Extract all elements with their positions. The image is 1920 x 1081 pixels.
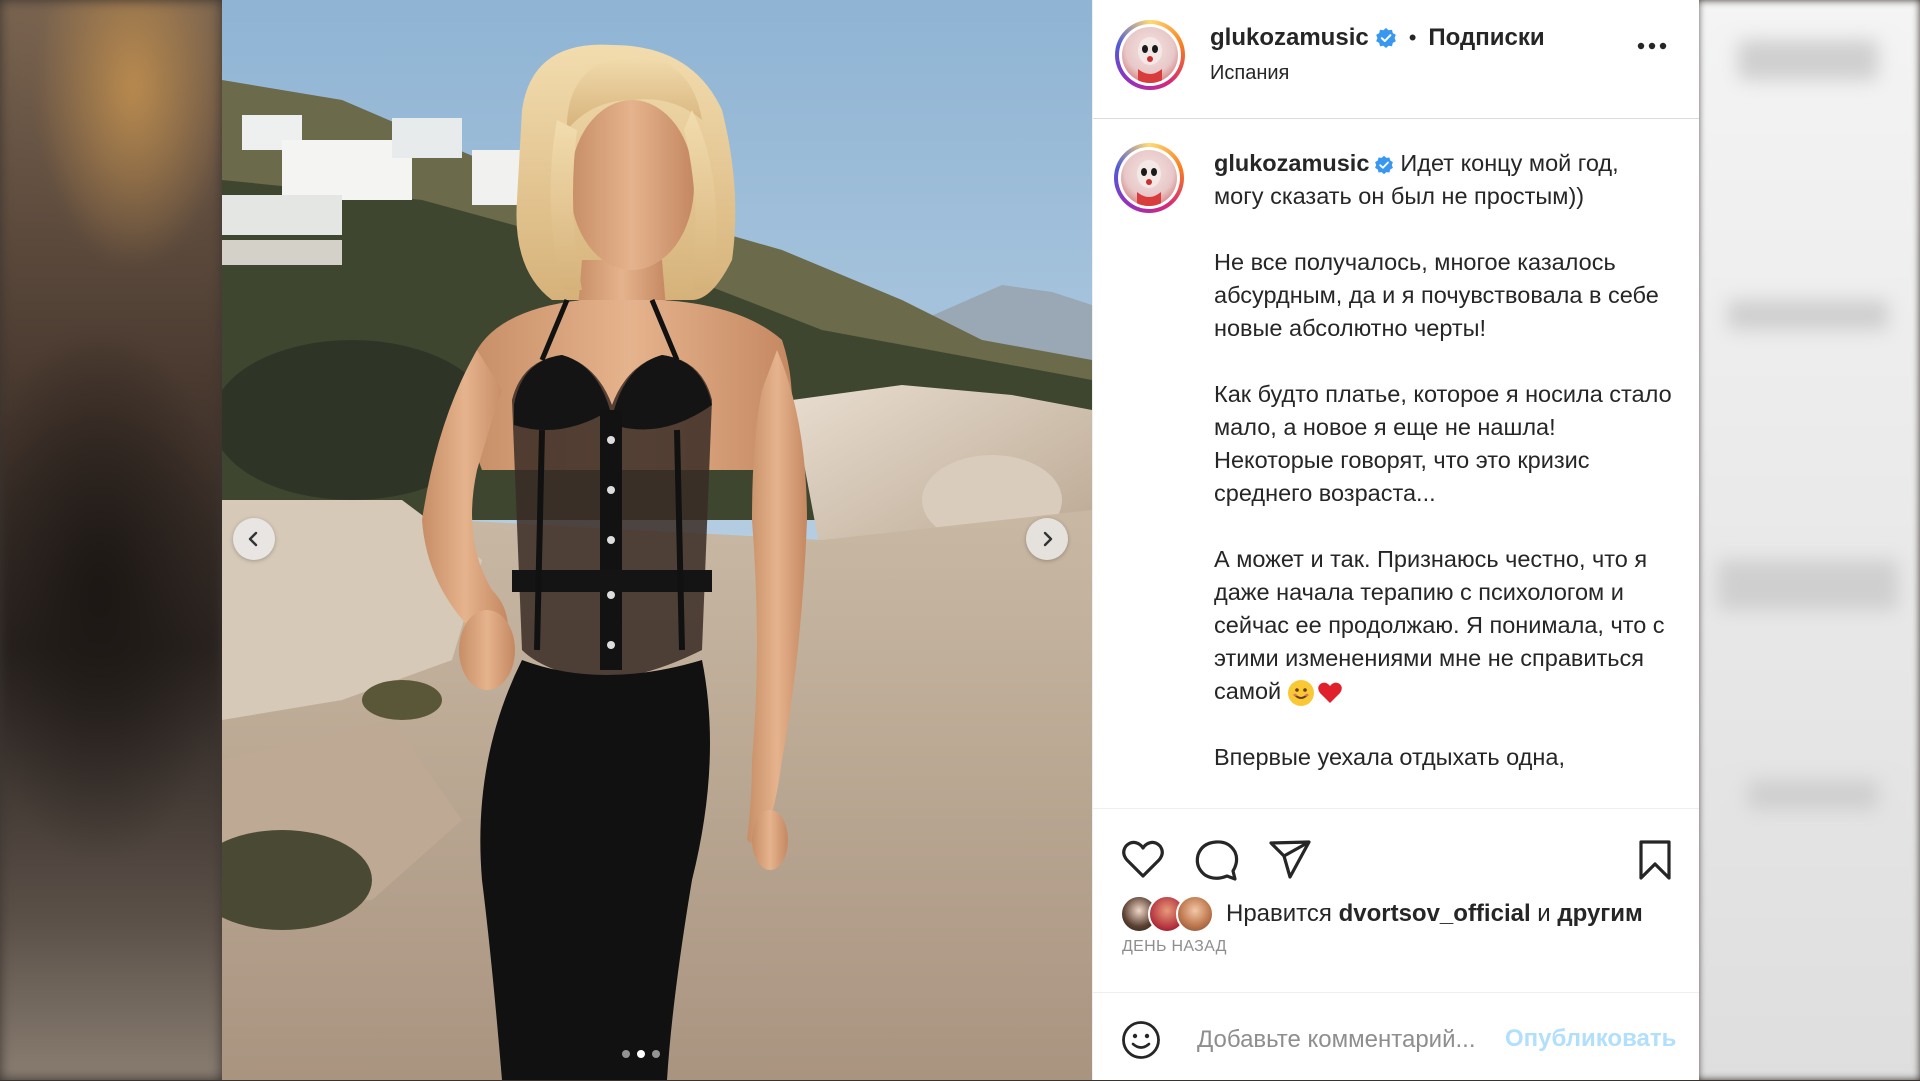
comment-input[interactable] — [1195, 1021, 1519, 1059]
likes-text: Нравится dvortsov_official и другим — [1226, 900, 1643, 928]
likes-others-link[interactable]: другим — [1557, 900, 1642, 927]
avatar-image — [1137, 160, 1161, 206]
caption-username[interactable]: glukozamusic — [1214, 150, 1369, 176]
paper-plane-icon[interactable] — [1268, 839, 1312, 881]
liker-avatar[interactable] — [1176, 895, 1214, 933]
heart-icon[interactable] — [1121, 839, 1165, 879]
post-location[interactable]: Испания — [1210, 62, 1289, 85]
carousel-next-button[interactable] — [1026, 518, 1068, 560]
post-actions: Нравится dvortsov_official и другим ДЕНЬ… — [1093, 808, 1699, 993]
comment-bubble-icon[interactable] — [1195, 839, 1239, 881]
separator-dot: • — [1408, 25, 1417, 50]
post-header: glukozamusic • Подписки Испания — [1093, 0, 1699, 119]
caption-avatar[interactable] — [1114, 143, 1184, 213]
backdrop-right — [1698, 0, 1920, 1080]
caption-section: glukozamusic Идет концу мой год, могу ск… — [1093, 119, 1699, 808]
caption-continued: Впервые уехала отдыхать одна, — [1214, 744, 1565, 770]
post-side-panel: glukozamusic • Подписки Испания glukozam… — [1092, 0, 1699, 1080]
publish-button[interactable]: Опубликовать — [1505, 1025, 1676, 1053]
carousel-dot — [652, 1050, 660, 1058]
carousel-dot — [637, 1050, 645, 1058]
carousel-prev-button[interactable] — [233, 518, 275, 560]
likes-user-link[interactable]: dvortsov_official — [1339, 900, 1531, 927]
red-heart-emoji-icon — [1317, 682, 1342, 703]
likes-summary: Нравится dvortsov_official и другим — [1120, 895, 1643, 933]
comment-bar: Опубликовать — [1093, 992, 1699, 1081]
emoji-icon[interactable] — [1121, 1020, 1161, 1060]
avatar[interactable] — [1115, 20, 1185, 90]
backdrop-left — [0, 0, 222, 1080]
verified-badge-icon — [1375, 28, 1396, 48]
avatar-image — [1138, 37, 1162, 83]
carousel-dot — [622, 1050, 630, 1058]
post-author-username[interactable]: glukozamusic — [1210, 24, 1369, 52]
caption-body: Не все получалось, многое казалось абсур… — [1214, 249, 1672, 704]
carousel-indicator — [622, 1050, 660, 1058]
bookmark-icon[interactable] — [1637, 839, 1673, 881]
follow-status-button[interactable]: Подписки — [1428, 24, 1544, 52]
smiling-face-emoji-icon — [1287, 679, 1314, 706]
more-options-icon[interactable] — [1637, 42, 1667, 50]
likes-prefix: Нравится — [1226, 900, 1332, 927]
caption-text: glukozamusic Идет концу мой год, могу ск… — [1214, 147, 1674, 774]
post-timestamp[interactable]: ДЕНЬ НАЗАД — [1122, 938, 1227, 956]
verified-badge-icon — [1375, 155, 1394, 174]
likes-conjunction: и — [1537, 900, 1551, 927]
chevron-right-icon — [1043, 531, 1053, 547]
chevron-left-icon — [248, 531, 258, 547]
post-photo[interactable] — [222, 0, 1092, 1080]
